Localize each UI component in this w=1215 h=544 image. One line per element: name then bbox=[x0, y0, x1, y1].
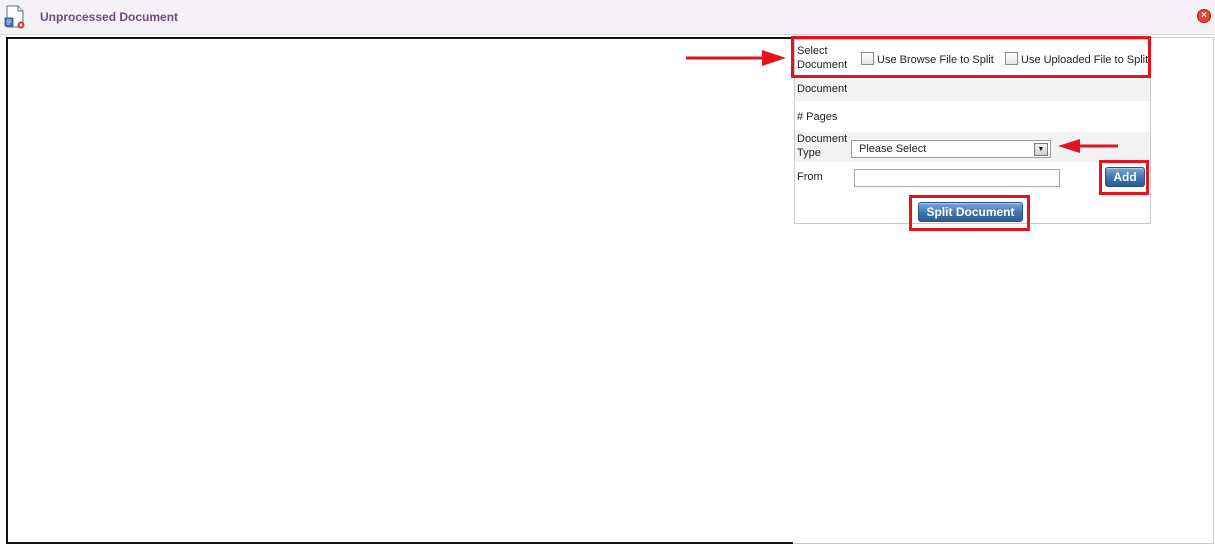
arrow-to-document-type bbox=[1058, 139, 1118, 153]
annotation-arrows bbox=[686, 50, 1118, 153]
arrow-to-select-document bbox=[686, 50, 786, 66]
